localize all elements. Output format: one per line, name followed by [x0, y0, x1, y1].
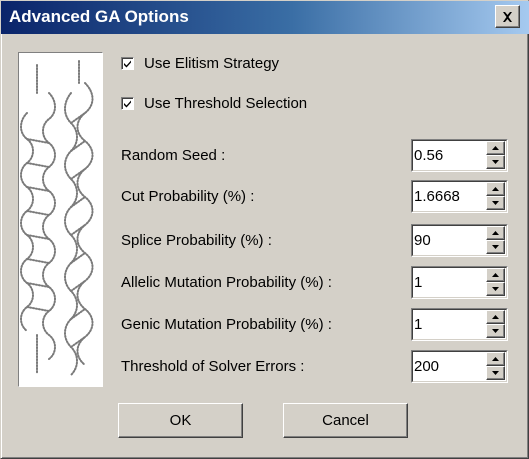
spin-down-arrow-icon	[492, 287, 499, 291]
splice-probability-spinner	[411, 224, 508, 257]
cancel-button[interactable]: Cancel	[283, 403, 408, 438]
spin-up-arrow-icon	[492, 231, 499, 235]
spin-down-arrow-icon	[492, 160, 499, 164]
threshold-checkbox-label: Use Threshold Selection	[144, 94, 308, 112]
spin-up-arrow-icon	[492, 187, 499, 191]
random-seed-up-button[interactable]	[486, 141, 505, 155]
spin-up-arrow-icon	[492, 273, 499, 277]
close-icon	[503, 11, 512, 22]
random-seed-label: Random Seed :	[121, 147, 226, 164]
dna-illustration-panel	[18, 52, 103, 387]
threshold-checkbox-row[interactable]: Use Threshold Selection	[121, 93, 307, 113]
ok-button[interactable]: OK	[118, 403, 243, 438]
spin-down-arrow-icon	[492, 245, 499, 249]
solver-threshold-up-button[interactable]	[486, 352, 505, 366]
cut-probability-down-button[interactable]	[486, 196, 505, 210]
genic-mutation-label: Genic Mutation Probability (%) :	[121, 316, 332, 333]
spin-up-arrow-icon	[492, 315, 499, 319]
allelic-mutation-spinner	[411, 266, 508, 299]
elitism-checkbox-row[interactable]: Use Elitism Strategy	[121, 53, 279, 73]
spin-down-arrow-icon	[492, 329, 499, 333]
spin-down-arrow-icon	[492, 201, 499, 205]
random-seed-spinner	[411, 139, 508, 172]
check-mark-icon	[124, 60, 131, 67]
solver-threshold-down-button[interactable]	[486, 366, 505, 380]
elitism-checkbox[interactable]	[121, 56, 134, 70]
splice-probability-up-button[interactable]	[486, 226, 505, 240]
title-bar[interactable]: Advanced GA Options	[1, 1, 529, 34]
dna-strands-icon	[20, 60, 94, 376]
genic-mutation-up-button[interactable]	[486, 310, 505, 324]
cut-probability-up-button[interactable]	[486, 182, 505, 196]
random-seed-input[interactable]	[414, 146, 482, 164]
elitism-checkbox-label: Use Elitism Strategy	[144, 54, 280, 72]
splice-probability-input[interactable]	[414, 231, 482, 249]
spin-down-arrow-icon	[492, 371, 499, 375]
cut-probability-spinner	[411, 180, 508, 213]
allelic-mutation-up-button[interactable]	[486, 268, 505, 282]
close-button[interactable]	[495, 5, 520, 28]
threshold-checkbox[interactable]	[121, 96, 134, 110]
cut-probability-label: Cut Probability (%) :	[121, 188, 255, 205]
splice-probability-label: Splice Probability (%) :	[121, 232, 272, 249]
dialog-window: Advanced GA Options Use Elitism Strategy…	[0, 0, 529, 459]
check-mark-icon	[124, 100, 131, 107]
splice-probability-down-button[interactable]	[486, 240, 505, 254]
spin-up-arrow-icon	[492, 146, 499, 150]
solver-threshold-spinner	[411, 350, 508, 383]
genic-mutation-input[interactable]	[414, 315, 482, 333]
solver-threshold-label: Threshold of Solver Errors :	[121, 358, 305, 375]
genic-mutation-down-button[interactable]	[486, 324, 505, 338]
allelic-mutation-label: Allelic Mutation Probability (%) :	[121, 274, 332, 291]
random-seed-down-button[interactable]	[486, 155, 505, 169]
spin-up-arrow-icon	[492, 357, 499, 361]
cut-probability-input[interactable]	[414, 187, 482, 205]
dialog-title: Advanced GA Options	[9, 7, 189, 26]
solver-threshold-input[interactable]	[414, 357, 482, 375]
allelic-mutation-input[interactable]	[414, 273, 482, 291]
allelic-mutation-down-button[interactable]	[486, 282, 505, 296]
genic-mutation-spinner	[411, 308, 508, 341]
